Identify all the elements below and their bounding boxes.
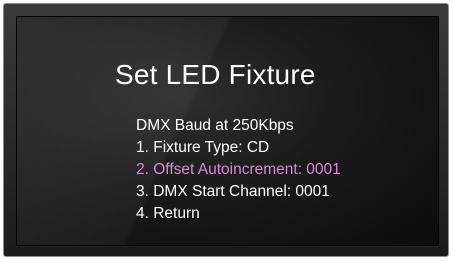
menu-item-offset-autoincrement[interactable]: 2. Offset Autoincrement: 0001 <box>136 159 341 181</box>
page-title: Set LED Fixture <box>115 59 316 90</box>
menu-item-dmx-start-channel[interactable]: 3. DMX Start Channel: 0001 <box>136 181 341 203</box>
display-bezel: Set LED Fixture DMX Baud at 250Kbps 1. F… <box>3 3 449 257</box>
display-screen: Set LED Fixture DMX Baud at 250Kbps 1. F… <box>16 16 439 246</box>
menu-item-return[interactable]: 4. Return <box>136 203 341 225</box>
menu-list: DMX Baud at 250Kbps 1. Fixture Type: CD … <box>136 115 341 225</box>
menu-item-fixture-type[interactable]: 1. Fixture Type: CD <box>136 137 341 159</box>
status-text: DMX Baud at 250Kbps <box>136 117 294 134</box>
